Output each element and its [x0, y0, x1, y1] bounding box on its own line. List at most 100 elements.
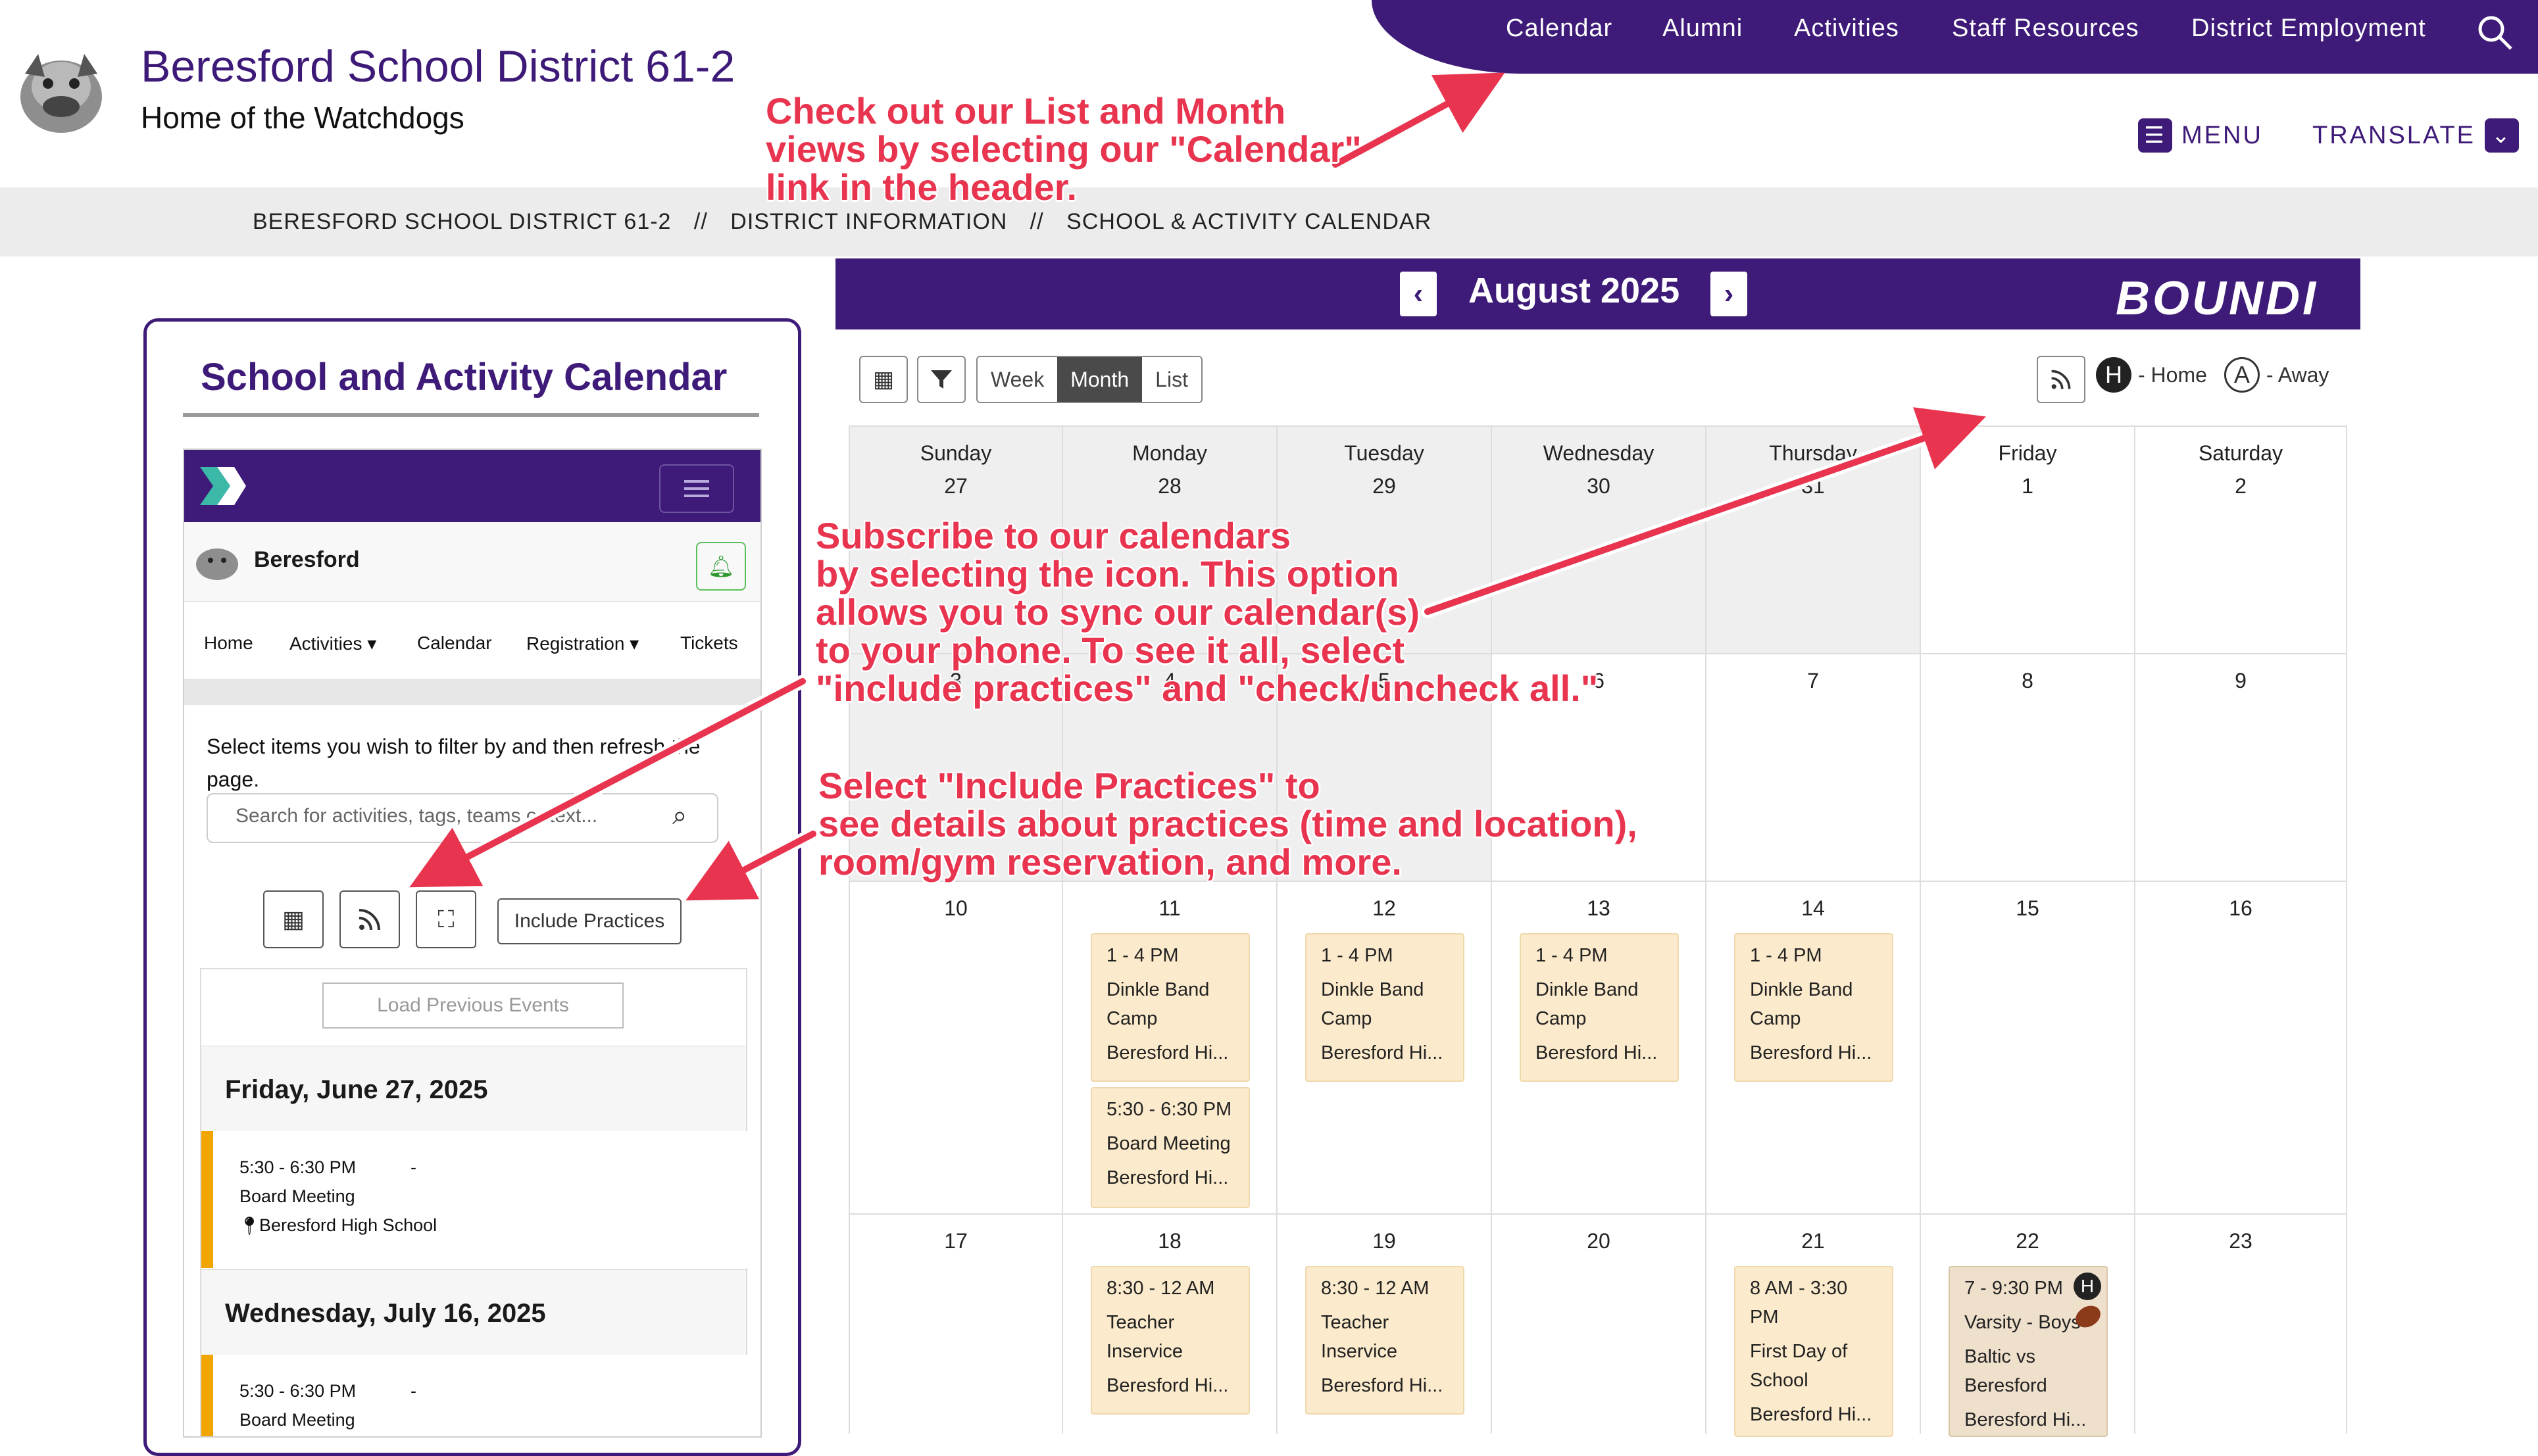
breadcrumb-current: SCHOOL & ACTIVITY CALENDAR: [1066, 209, 1432, 234]
weekday-label: Monday: [1132, 441, 1207, 465]
event-name-cont: Camp: [1535, 1008, 1587, 1029]
day-cell[interactable]: Saturday 2: [2135, 427, 2347, 654]
day-number: 9: [2235, 669, 2247, 692]
day-cell[interactable]: 9: [2135, 654, 2347, 882]
day-header: Wednesday, July 16, 2025: [201, 1269, 746, 1356]
embedded-calendar-widget: Beresford 🔔︎ Home Activities ▾ Calendar …: [183, 449, 762, 1438]
rss-subscribe-button[interactable]: [2037, 356, 2085, 403]
day-cell[interactable]: 20: [1492, 1215, 1706, 1434]
day-cell[interactable]: 21 8 AM - 3:30 PM First Day of School Be…: [1706, 1215, 1921, 1437]
widget-nav-tickets[interactable]: Tickets: [680, 633, 738, 654]
event-name-cont: Camp: [1750, 1008, 1801, 1029]
view-list[interactable]: List: [1142, 357, 1201, 402]
event-name: Board Meeting: [1107, 1133, 1231, 1154]
widget-menu-button[interactable]: [659, 464, 734, 513]
search-input[interactable]: Search for activities, tags, teams or te…: [207, 793, 718, 843]
widget-nav-home[interactable]: Home: [204, 633, 253, 654]
day-cell[interactable]: 23: [2135, 1215, 2347, 1434]
nav-staff-resources[interactable]: Staff Resources: [1952, 14, 2139, 43]
day-cell[interactable]: 11 1 - 4 PM Dinkle Band Camp Beresford H…: [1063, 882, 1278, 1215]
nav-alumni[interactable]: Alumni: [1662, 14, 1743, 43]
day-cell[interactable]: 8: [1921, 654, 2135, 882]
calendar-event[interactable]: 8 AM - 3:30 PM First Day of School Beres…: [1734, 1266, 1893, 1437]
day-cell[interactable]: 19 8:30 - 12 AM Teacher Inservice Beresf…: [1278, 1215, 1492, 1434]
day-cell[interactable]: 16: [2135, 882, 2347, 1215]
note-line: room/gym reservation, and more.: [818, 841, 1402, 883]
day-number: 28: [1158, 474, 1182, 498]
include-practices-button[interactable]: Include Practices: [497, 898, 682, 944]
day-cell[interactable]: 13 1 - 4 PM Dinkle Band Camp Beresford H…: [1492, 882, 1706, 1215]
search-icon[interactable]: ⌕: [672, 801, 687, 831]
prev-month-button[interactable]: ‹: [1400, 272, 1437, 316]
menu-label: MENU: [2181, 121, 2263, 149]
calendar-event[interactable]: 1 - 4 PM Dinkle Band Camp Beresford Hi..…: [1091, 933, 1250, 1082]
day-cell[interactable]: 12 1 - 4 PM Dinkle Band Camp Beresford H…: [1278, 882, 1492, 1215]
day-number: 31: [1801, 474, 1825, 498]
next-month-button[interactable]: ›: [1710, 272, 1747, 316]
list-event-card[interactable]: 5:30 - 6:30 PM - Board Meeting: [201, 1355, 758, 1436]
widget-nav-activities[interactable]: Activities ▾: [289, 633, 376, 654]
event-name: Teacher: [1321, 1312, 1389, 1333]
event-name: Dinkle Band: [1321, 979, 1424, 1000]
hamburger-icon: ☰: [2138, 118, 2172, 153]
day-number: 11: [1158, 896, 1181, 920]
nav-district-employment[interactable]: District Employment: [2191, 14, 2426, 43]
view-week[interactable]: Week: [978, 357, 1058, 402]
event-time: 8:30 - 12 AM: [1107, 1278, 1215, 1299]
day-cell[interactable]: 17: [849, 1215, 1063, 1434]
filter-instructions: Select items you wish to filter by and t…: [207, 735, 701, 791]
event-location: Beresford Hi...: [1107, 1167, 1229, 1188]
day-cell[interactable]: Thursday 31: [1706, 427, 1921, 654]
nav-calendar[interactable]: Calendar: [1506, 14, 1612, 43]
calendar-view-button[interactable]: ▦: [263, 890, 324, 948]
day-cell[interactable]: 7: [1706, 654, 1921, 882]
site-title[interactable]: Beresford School District 61-2: [141, 41, 735, 92]
load-previous-events-button[interactable]: Load Previous Events: [322, 983, 624, 1029]
note-line: to your phone. To see it all, select: [816, 629, 1405, 671]
view-month[interactable]: Month: [1057, 357, 1143, 402]
event-dash: -: [411, 1157, 416, 1177]
event-time: 1 - 4 PM: [1750, 945, 1822, 966]
search-icon[interactable]: [2477, 14, 2514, 51]
day-cell[interactable]: 22 7 - 9:30 PM Varsity - Boys Baltic vs …: [1921, 1215, 2135, 1437]
note-line: "include practices" and "check/uncheck a…: [816, 667, 1599, 709]
left-card-title: School and Activity Calendar: [201, 356, 728, 399]
calendar-picker-button[interactable]: ▦: [859, 356, 908, 403]
event-name-cont: School: [1750, 1370, 1808, 1391]
breadcrumb-district[interactable]: BERESFORD SCHOOL DISTRICT 61-2: [253, 209, 671, 234]
expand-icon: ⛶: [437, 905, 455, 933]
list-event-card[interactable]: 5:30 - 6:30 PM - Board Meeting 📍︎ Beresf…: [201, 1131, 758, 1268]
home-away-legend: H - Home A - Away: [2096, 357, 2329, 393]
filter-button[interactable]: [917, 356, 966, 403]
rschooltoday-logo[interactable]: [197, 464, 247, 508]
home-badge-icon: H: [2074, 1273, 2101, 1300]
day-cell[interactable]: 14 1 - 4 PM Dinkle Band Camp Beresford H…: [1706, 882, 1921, 1215]
bulldog-logo[interactable]: [12, 41, 111, 139]
breadcrumb-district-info[interactable]: DISTRICT INFORMATION: [730, 209, 1007, 234]
translate-button[interactable]: TRANSLATE ⌄: [2312, 117, 2520, 154]
notification-bell-button[interactable]: 🔔︎: [696, 542, 746, 591]
calendar-event[interactable]: 5:30 - 6:30 PM Board Meeting Beresford H…: [1091, 1087, 1250, 1208]
event-location: Beresford Hi...: [1750, 1042, 1872, 1063]
day-cell[interactable]: 10: [849, 882, 1063, 1215]
widget-nav-calendar[interactable]: Calendar: [417, 633, 492, 654]
event-time: 7 - 9:30 PM: [1964, 1278, 2063, 1299]
calendar-event[interactable]: 1 - 4 PM Dinkle Band Camp Beresford Hi..…: [1305, 933, 1464, 1082]
day-cell[interactable]: 15: [1921, 882, 2135, 1215]
day-cell[interactable]: 18 8:30 - 12 AM Teacher Inservice Beresf…: [1063, 1215, 1278, 1434]
day-number: 18: [1158, 1229, 1182, 1253]
menu-button[interactable]: ☰ MENU: [2138, 117, 2263, 154]
calendar-event-game[interactable]: 7 - 9:30 PM Varsity - Boys Baltic vs Ber…: [1949, 1266, 2108, 1437]
fullscreen-button[interactable]: ⛶: [416, 890, 476, 948]
calendar-event[interactable]: 1 - 4 PM Dinkle Band Camp Beresford Hi..…: [1734, 933, 1893, 1082]
calendar-event[interactable]: 8:30 - 12 AM Teacher Inservice Beresford…: [1305, 1266, 1464, 1415]
nav-activities[interactable]: Activities: [1794, 14, 1899, 43]
calendar-event[interactable]: 1 - 4 PM Dinkle Band Camp Beresford Hi..…: [1520, 933, 1679, 1082]
calendar-event[interactable]: 8:30 - 12 AM Teacher Inservice Beresford…: [1091, 1266, 1250, 1415]
widget-nav-registration[interactable]: Registration ▾: [526, 633, 639, 654]
day-cell[interactable]: Friday 1: [1921, 427, 2135, 654]
day-number: 13: [1587, 896, 1610, 920]
rss-subscribe-button[interactable]: [339, 890, 400, 948]
legend-away-label: - Away: [2266, 362, 2329, 387]
site-subtitle: Home of the Watchdogs: [141, 101, 464, 135]
